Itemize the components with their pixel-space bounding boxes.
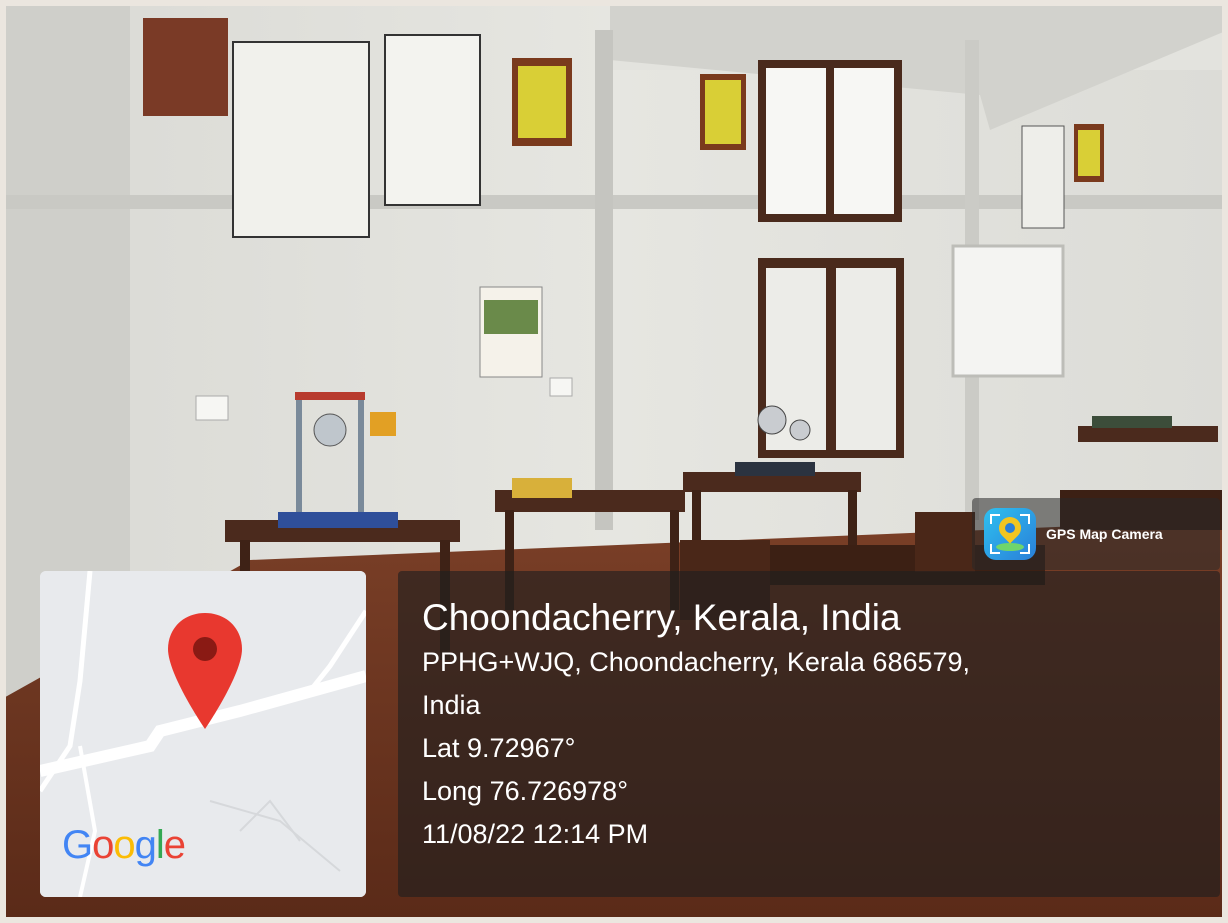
app-badge: GPS Map Camera (972, 498, 1220, 570)
latitude: Lat 9.72967° (422, 733, 576, 763)
app-name: GPS Map Camera (1046, 526, 1163, 542)
map-pin-icon (168, 613, 242, 729)
datetime: 11/08/22 12:14 PM (422, 819, 649, 849)
location-info-panel: Choondacherry, Kerala, India PPHG+WJQ, C… (398, 571, 1220, 897)
google-logo: Google (62, 823, 186, 867)
address-line-1: PPHG+WJQ, Choondacherry, Kerala 686579, (422, 647, 971, 677)
longitude: Long 76.726978° (422, 776, 628, 806)
map-thumbnail: Google (40, 571, 366, 897)
gps-map-camera-icon (984, 508, 1036, 560)
address-line-2: India (422, 690, 481, 720)
place-title: Choondacherry, Kerala, India (422, 597, 901, 638)
